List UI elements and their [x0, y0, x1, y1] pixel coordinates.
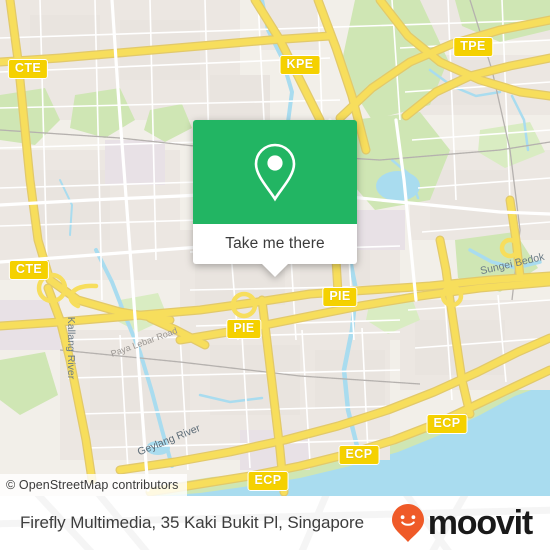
popup-action-bar[interactable]: Take me there — [193, 224, 357, 264]
moovit-pin-icon — [391, 504, 424, 542]
highway-shield-pie: PIE — [322, 286, 358, 308]
map-pin-icon — [254, 143, 296, 202]
highway-shield-ecp: ECP — [247, 470, 289, 492]
place-title: Firefly Multimedia, 35 Kaki Bukit Pl, Si… — [20, 513, 364, 532]
map-attribution: © OpenStreetMap contributors — [0, 474, 187, 496]
highway-shield-tpe: TPE — [453, 36, 493, 58]
highway-shield-pie: PIE — [226, 318, 262, 340]
highway-shield-kpe: KPE — [279, 54, 321, 76]
moovit-wordmark: moovit — [427, 504, 533, 542]
popup-tail-arrow — [262, 264, 288, 277]
map-screenshot: .land { fill:#f2efe9; } .urban { fill:#e… — [0, 0, 550, 550]
svg-text:Kallang River: Kallang River — [65, 317, 77, 380]
highway-shield-ecp: ECP — [426, 413, 468, 435]
highway-shield-cte: CTE — [8, 259, 50, 281]
moovit-logo[interactable]: moovit — [391, 503, 533, 543]
highway-shield-cte: CTE — [7, 58, 49, 80]
attribution-text: © OpenStreetMap contributors — [6, 478, 179, 492]
place-popup-card[interactable]: Take me there — [193, 120, 357, 277]
take-me-there-button[interactable]: Take me there — [225, 235, 325, 253]
map-canvas[interactable]: .land { fill:#f2efe9; } .urban { fill:#e… — [0, 0, 550, 496]
footer-bar: Firefly Multimedia, 35 Kaki Bukit Pl, Si… — [0, 496, 550, 550]
highway-shield-ecp: ECP — [338, 444, 380, 466]
popup-image-area — [193, 120, 357, 224]
